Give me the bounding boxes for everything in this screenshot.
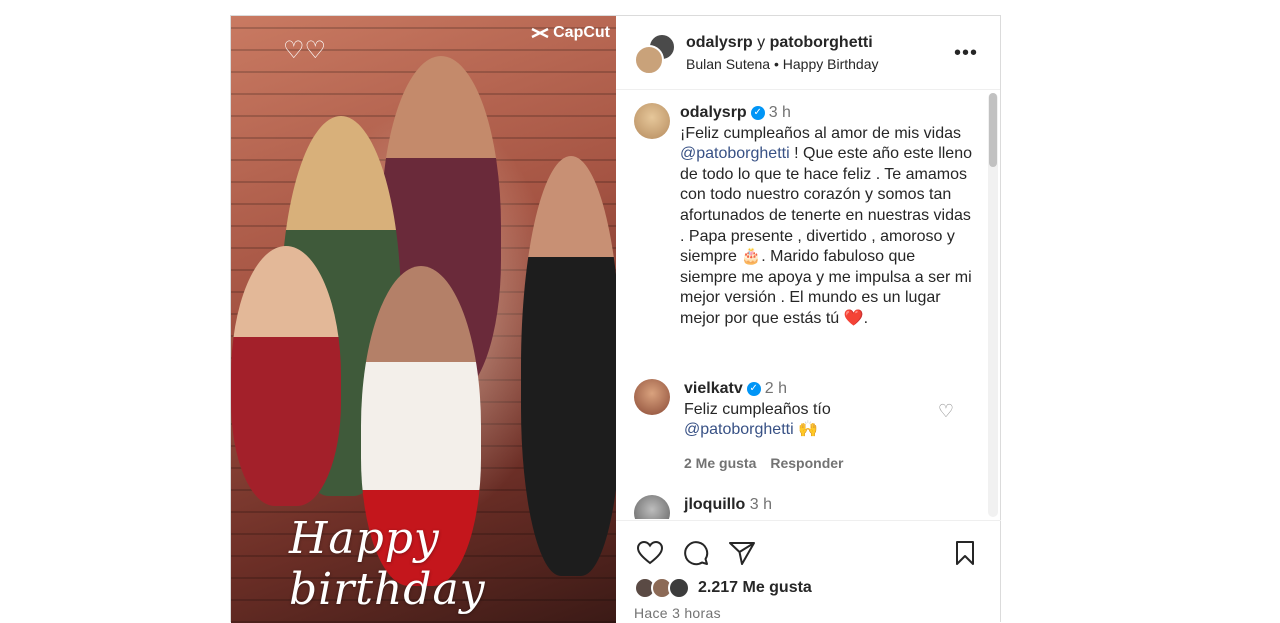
comment-bubble-icon[interactable] <box>682 539 710 567</box>
caption-username[interactable]: odalysrp <box>680 104 747 121</box>
comment-time[interactable]: 3 h <box>750 496 772 513</box>
mention-patoborghetti[interactable]: @patoborghetti <box>680 145 790 162</box>
comment-username[interactable]: vielkatv <box>684 380 743 397</box>
comment-time[interactable]: 2 h <box>765 380 787 397</box>
collab-names: odalysrp y patoborghetti <box>686 34 878 52</box>
raised-hands-emoji: 🙌 <box>798 421 819 439</box>
username-odalysrp[interactable]: odalysrp <box>686 34 753 51</box>
comment-like-heart-icon[interactable]: ♡ <box>938 401 954 422</box>
cake-emoji: 🎂 <box>741 248 762 266</box>
comment-item: jloquillo 3 h <box>634 495 974 519</box>
comment-likes[interactable]: 2 Me gusta <box>684 453 756 474</box>
red-heart-emoji: ❤️ <box>843 309 864 327</box>
likes-summary[interactable]: 2.217 Me gusta <box>634 577 812 599</box>
post-timestamp[interactable]: Hace 3 horas <box>634 605 721 621</box>
caption-time[interactable]: 3 h <box>769 104 791 121</box>
avatar-vielkatv[interactable] <box>634 379 670 415</box>
save-bookmark-icon[interactable] <box>951 539 979 567</box>
conjunction: y <box>757 33 766 51</box>
capcut-logo-icon <box>531 27 549 39</box>
likes-count[interactable]: 2.217 Me gusta <box>698 579 812 597</box>
username-patoborghetti[interactable]: patoborghetti <box>770 34 873 51</box>
avatar-odalysrp[interactable] <box>634 44 664 75</box>
hearts-decoration-icon: ♡♡ <box>283 37 327 64</box>
post-container: CapCut ♡♡ Happy birthday odalysrp y pato… <box>230 15 1001 623</box>
happy-birthday-overlay: Happy birthday <box>289 513 486 615</box>
comment-text: Feliz cumpleaños tío <box>684 400 831 418</box>
post-image[interactable]: CapCut ♡♡ Happy birthday <box>231 16 616 623</box>
avatar-jloquillo[interactable] <box>634 495 670 519</box>
comment-item: vielkatv ✓ 2 h Feliz cumpleaños tío @patob… <box>634 379 974 473</box>
capcut-watermark: CapCut <box>531 24 610 42</box>
mention-patoborghetti[interactable]: @patoborghetti <box>684 421 794 438</box>
audio-artist-link[interactable]: Bulan Sutena <box>686 56 770 72</box>
scrollbar-thumb[interactable] <box>989 93 997 167</box>
audio-info: Bulan Sutena • Happy Birthday <box>686 55 879 72</box>
collab-avatars[interactable] <box>634 32 676 75</box>
avatar-odalysrp[interactable] <box>634 103 670 139</box>
verified-badge-icon: ✓ <box>746 381 761 396</box>
share-paper-plane-icon[interactable] <box>728 539 756 567</box>
post-sidebar: odalysrp y patoborghetti Bulan Sutena • … <box>616 16 1001 623</box>
comments-section[interactable]: odalysrp ✓ 3 h ¡Feliz cumpleaños al amor d… <box>616 91 1001 519</box>
liker-avatars <box>634 577 692 599</box>
caption: odalysrp ✓ 3 h ¡Feliz cumpleaños al amor d… <box>634 103 974 330</box>
reply-button[interactable]: Responder <box>770 453 843 474</box>
comment-username[interactable]: jloquillo <box>684 496 745 513</box>
comments-scrollbar[interactable] <box>988 93 998 517</box>
post-actions: 2.217 Me gusta Hace 3 horas <box>616 520 1001 623</box>
verified-badge-icon: ✓ <box>750 105 765 120</box>
like-heart-icon[interactable] <box>636 539 664 567</box>
more-options-icon[interactable]: ••• <box>954 42 978 65</box>
audio-track-link[interactable]: Happy Birthday <box>783 56 879 72</box>
post-header: odalysrp y patoborghetti Bulan Sutena • … <box>616 16 1000 90</box>
caption-text: ¡Feliz cumpleaños al amor de mis vidas @… <box>680 124 972 327</box>
figure-baby <box>231 246 341 506</box>
